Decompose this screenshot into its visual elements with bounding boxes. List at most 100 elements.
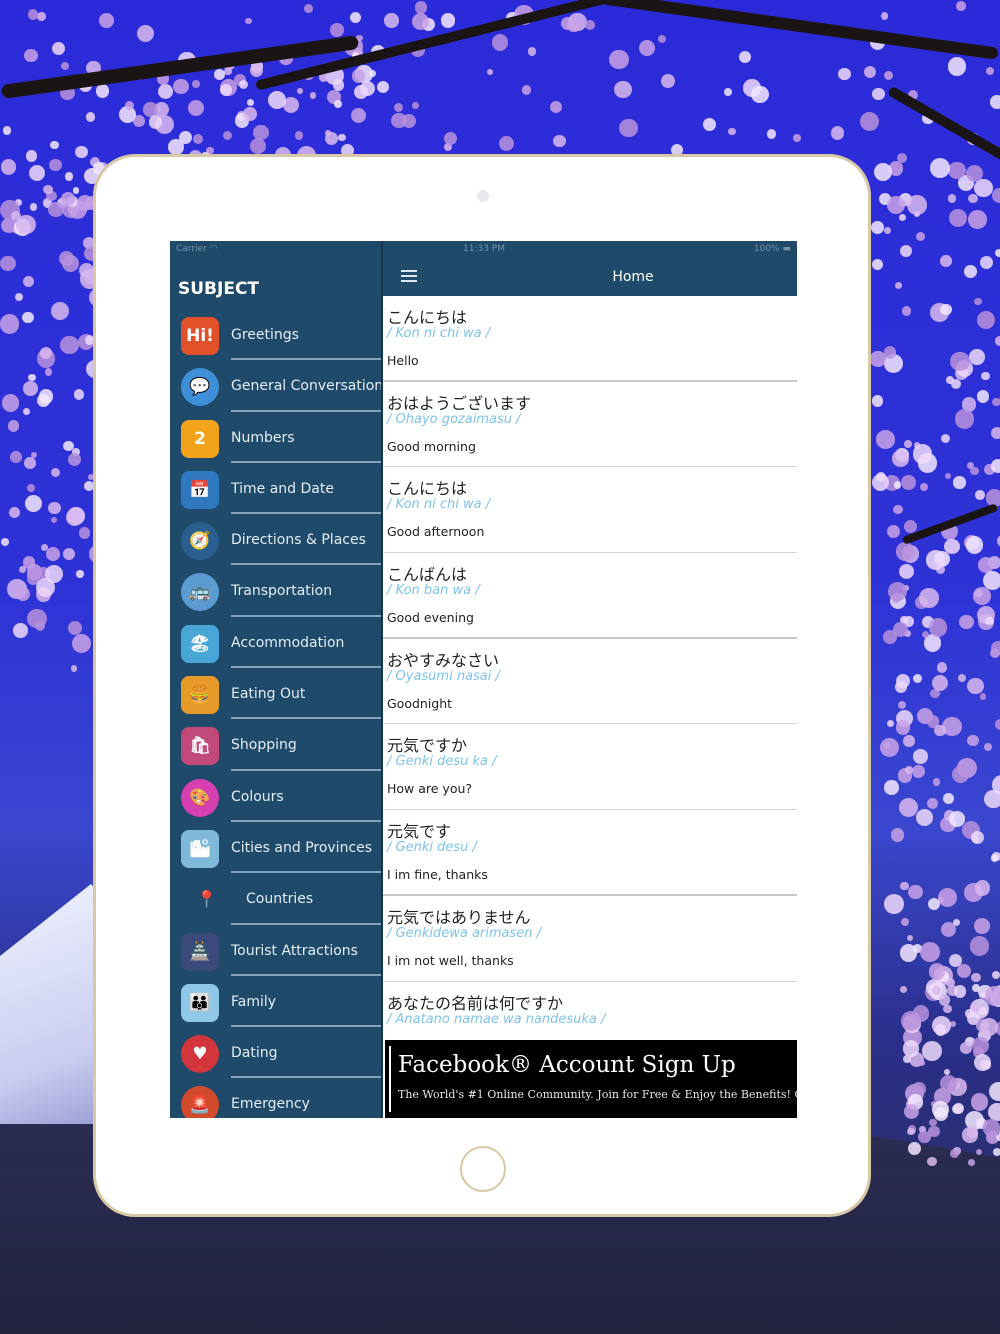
phrase-english: I im not well, thanks	[387, 952, 514, 968]
family-icon: 👪	[181, 983, 219, 1022]
phrase-list: こんにちは / Kon ni chi wa / Hello おはようございます / Oh…	[383, 296, 797, 1068]
sidebar-item-label: Numbers	[231, 429, 295, 446]
flag-pins-icon: 📍	[196, 890, 218, 911]
number-two-icon: 2	[181, 419, 219, 458]
phrase-japanese: 元気ではありません	[387, 907, 531, 927]
sidebar-item-label: Shopping	[231, 737, 297, 754]
sidebar-item-countries[interactable]: 📍 Countries	[170, 873, 381, 925]
camera-icon	[477, 190, 489, 202]
phrase-english: Goodnight	[387, 695, 453, 711]
sidebar-item-colours[interactable]: 🎨 Colours	[170, 771, 381, 822]
sidebar-item-label: Time and Date	[231, 480, 334, 497]
phrase-romaji: / Kon ni chi wa /	[387, 497, 491, 513]
sidebar-item-label: Emergency	[231, 1096, 310, 1113]
phrase-romaji: / Anatano namae wa nandesuka /	[387, 1011, 606, 1027]
sidebar-item-label: Countries	[246, 891, 314, 908]
phrase-row[interactable]: おやすみなさい / Oyasumi nasai / Goodnight	[383, 639, 797, 725]
food-icon: 🍔	[181, 676, 219, 715]
phrase-japanese: おやすみなさい	[387, 650, 500, 670]
phrase-romaji: / Ohayo gozaimasu /	[387, 411, 521, 427]
phrase-romaji: / Genki desu ka /	[387, 754, 497, 770]
phrase-row[interactable]: 元気ですか / Genki desu ka / How are you?	[383, 724, 797, 811]
city-icon: 🏙	[181, 829, 219, 868]
sidebar: Carrier ◠ SUBJECT Hi! Greetings 💬 General C…	[170, 241, 384, 1118]
phrase-romaji: / Kon ni chi wa /	[387, 326, 491, 341]
ad-banner[interactable]: Facebook® Account Sign Up The World's #1…	[385, 1040, 797, 1118]
sidebar-item-directions-places[interactable]: 🧭 Directions & Places	[170, 514, 381, 566]
sidebar-item-label: Greetings	[231, 327, 299, 343]
bus-icon: 🚌	[181, 573, 219, 612]
sidebar-item-cities-and-provinces[interactable]: 🏙 Cities and Provinces	[170, 822, 381, 874]
ad-subtitle: The World's #1 Online Community. Join fo…	[398, 1088, 797, 1101]
sidebar-item-emergency[interactable]: 🚨 Emergency	[170, 1078, 381, 1118]
sidebar-item-general-conversation[interactable]: 💬 General Conversation	[170, 360, 384, 412]
main-panel: 11:33 PM 100% ▬ Home こんにちは / Kon ni chi w…	[381, 241, 797, 1118]
sidebar-item-label: General Conversation	[231, 378, 384, 395]
phrase-row[interactable]: こんばんは / Kon ban wa / Good evening	[383, 553, 797, 639]
sidebar-item-shopping[interactable]: 🛍 Shopping	[170, 719, 381, 771]
sidebar-item-tourist-attractions[interactable]: 🏯 Tourist Attractions	[170, 925, 381, 976]
phrase-english: Good evening	[387, 610, 474, 626]
app-screen: Carrier ◠ SUBJECT Hi! Greetings 💬 General C…	[170, 241, 797, 1118]
phrase-row[interactable]: 元気ではありません / Genkidewa arimasen / I im not …	[383, 896, 797, 982]
sidebar-item-transportation[interactable]: 🚌 Transportation	[170, 565, 381, 617]
sidebar-item-dating[interactable]: ♥ Dating	[170, 1027, 381, 1079]
ad-title: Facebook® Account Sign Up	[398, 1052, 736, 1078]
sidebar-item-label: Transportation	[231, 583, 333, 600]
sidebar-item-label: Colours	[231, 788, 284, 805]
phrase-japanese: おはようございます	[387, 393, 532, 413]
sidebar-item-numbers[interactable]: 2 Numbers	[170, 412, 381, 463]
sidebar-item-label: Dating	[231, 1045, 278, 1062]
phrase-japanese: 元気ですか	[387, 736, 468, 756]
phrase-romaji: / Kon ban wa /	[387, 583, 480, 599]
sidebar-item-greetings[interactable]: Hi! Greetings	[170, 309, 381, 361]
battery-icon: ▬	[782, 244, 791, 254]
phrase-japanese: こんにちは	[387, 308, 468, 327]
colour-wheel-icon: 🎨	[181, 778, 219, 817]
phrase-english: Good morning	[387, 438, 476, 454]
speech-bubbles-icon: 💬	[181, 368, 219, 407]
sidebar-item-time-and-date[interactable]: 📅 Time and Date	[170, 463, 381, 515]
status-carrier: Carrier ◠	[176, 244, 218, 254]
hamburger-menu-icon[interactable]	[401, 270, 417, 282]
sidebar-item-label: Accommodation	[231, 634, 345, 651]
nav-bar: 11:33 PM 100% ▬ Home	[383, 241, 797, 296]
siren-icon: 🚨	[181, 1086, 219, 1118]
shopping-bags-icon: 🛍	[181, 727, 219, 766]
sidebar-item-accommodation[interactable]: 🏖 Accommodation	[170, 617, 381, 669]
home-button[interactable]	[460, 1146, 506, 1192]
phrase-english: How are you?	[387, 781, 473, 797]
phrase-english: Good afternoon	[387, 524, 485, 540]
page-title: Home	[612, 269, 654, 285]
compass-icon: 🧭	[181, 522, 219, 561]
sidebar-title: SUBJECT	[178, 279, 260, 299]
phrase-romaji: / Genki desu /	[387, 840, 477, 856]
phrase-romaji: / Oyasumi nasai /	[387, 668, 500, 684]
sidebar-item-label: Family	[231, 993, 277, 1010]
phrase-row[interactable]: こんにちは / Kon ni chi wa / Hello	[383, 296, 797, 382]
sidebar-item-eating-out[interactable]: 🍔 Eating Out	[170, 668, 381, 720]
phrase-row[interactable]: おはようございます / Ohayo gozaimasu / Good morning	[383, 382, 797, 468]
calendar-clock-icon: 📅	[181, 470, 219, 509]
ad-divider	[389, 1046, 391, 1112]
wifi-icon: ◠	[209, 244, 218, 254]
status-battery: 100% ▬	[753, 244, 791, 254]
hi-greeting-icon: Hi!	[181, 317, 219, 355]
landmark-photo-icon: 🏯	[181, 932, 219, 971]
phrase-english: I im fine, thanks	[387, 867, 488, 883]
phrase-japanese: こんにちは	[387, 479, 468, 499]
hearts-icon: ♥	[181, 1035, 219, 1074]
phrase-row[interactable]: 元気です / Genki desu / I im fine, thanks	[383, 810, 797, 896]
phrase-row[interactable]: こんにちは / Kon ni chi wa / Good afternoon	[383, 467, 797, 554]
phrase-english: Hello	[387, 353, 419, 368]
phrase-japanese: 元気です	[387, 822, 452, 842]
sidebar-item-label: Tourist Attractions	[231, 942, 358, 959]
subject-menu: Hi! Greetings 💬 General Conversation 2 Number…	[170, 309, 384, 1118]
phrase-japanese: あなたの名前は何ですか	[387, 993, 564, 1013]
phrase-japanese: こんばんは	[387, 565, 468, 585]
phrase-romaji: / Genkidewa arimasen /	[387, 925, 542, 941]
status-time: 11:33 PM	[463, 244, 505, 254]
sidebar-item-label: Eating Out	[231, 686, 306, 703]
sidebar-item-family[interactable]: 👪 Family	[170, 976, 381, 1028]
beach-icon: 🏖	[181, 624, 219, 663]
